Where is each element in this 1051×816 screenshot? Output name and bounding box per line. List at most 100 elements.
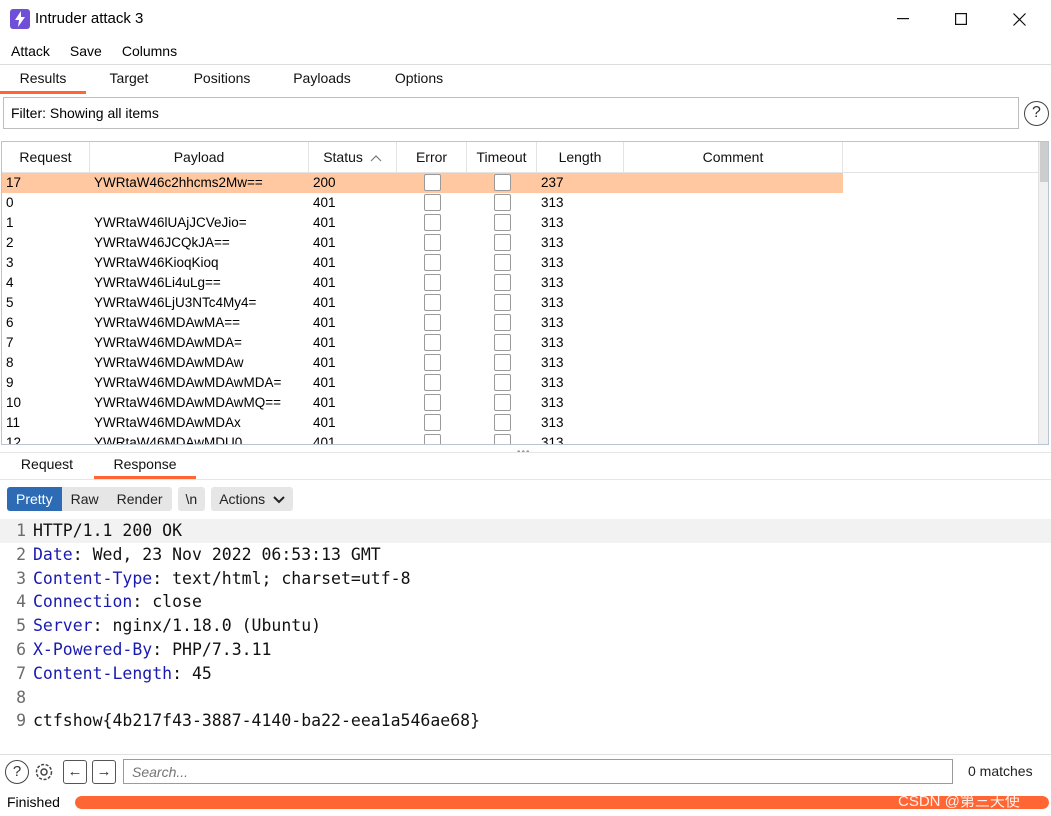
code-line: 4 Connection: close [0, 590, 1051, 614]
timeout-checkbox[interactable] [493, 174, 511, 191]
error-checkbox[interactable] [423, 274, 441, 291]
error-checkbox[interactable] [423, 234, 441, 251]
search-input[interactable] [123, 759, 953, 784]
cell-payload: YWRtaW46MDAwMA== [94, 315, 241, 330]
menu-save[interactable]: Save [60, 39, 112, 63]
render-button[interactable]: Render [108, 487, 172, 511]
table-row[interactable]: 4 YWRtaW46Li4uLg== 401 313 [2, 273, 1038, 293]
error-checkbox[interactable] [423, 214, 441, 231]
table-row[interactable]: 11 YWRtaW46MDAwMDAx 401 313 [2, 413, 1038, 433]
table-row[interactable]: 5 YWRtaW46LjU3NTc4My4= 401 313 [2, 293, 1038, 313]
table-row[interactable]: 17 YWRtaW46c2hhcms2Mw== 200 237 [2, 173, 1038, 193]
error-checkbox[interactable] [423, 334, 441, 351]
table-scrollbar[interactable] [1038, 142, 1048, 444]
actions-button[interactable]: Actions [211, 487, 294, 511]
cell-comment [624, 333, 843, 353]
match-count: 0 matches [968, 763, 1033, 779]
line-value: close [152, 592, 202, 612]
column-header-payload[interactable]: Payload [90, 142, 309, 172]
table-row[interactable]: 2 YWRtaW46JCQkJA== 401 313 [2, 233, 1038, 253]
minimize-button[interactable] [880, 4, 926, 34]
cell-length: 313 [541, 435, 564, 445]
timeout-checkbox[interactable] [493, 434, 511, 444]
error-checkbox[interactable] [423, 434, 441, 444]
timeout-checkbox[interactable] [493, 414, 511, 431]
table-scrollbar-thumb[interactable] [1040, 142, 1048, 182]
timeout-checkbox[interactable] [493, 314, 511, 331]
tab-request[interactable]: Request [0, 452, 94, 479]
timeout-checkbox[interactable] [493, 234, 511, 251]
timeout-checkbox[interactable] [493, 374, 511, 391]
cell-timeout [467, 233, 537, 253]
timeout-checkbox[interactable] [493, 274, 511, 291]
tab-results[interactable]: Results [0, 65, 86, 94]
column-header-timeout[interactable]: Timeout [467, 142, 537, 172]
error-checkbox[interactable] [423, 394, 441, 411]
raw-button[interactable]: Raw [62, 487, 108, 511]
tab-options[interactable]: Options [372, 65, 466, 94]
table-row[interactable]: 12 YWRtaW46MDAwMDU0 401 313 [2, 433, 1038, 445]
table-row[interactable]: 10 YWRtaW46MDAwMDAwMQ== 401 313 [2, 393, 1038, 413]
pretty-button[interactable]: Pretty [7, 487, 62, 511]
code-line: 6 X-Powered-By: PHP/7.3.11 [0, 638, 1051, 662]
error-checkbox[interactable] [423, 414, 441, 431]
cell-request: 7 [6, 335, 14, 350]
settings-gear-icon[interactable] [32, 760, 56, 784]
maximize-button[interactable] [938, 4, 984, 34]
table-body: 17 YWRtaW46c2hhcms2Mw== 200 237 0 401 313 1 YWRt… [2, 173, 1038, 445]
tab-payloads[interactable]: Payloads [272, 65, 372, 94]
timeout-checkbox[interactable] [493, 394, 511, 411]
cell-status: 401 [313, 375, 336, 390]
response-editor[interactable]: 1 HTTP/1.1 200 OK 2 Date: Wed, 23 Nov 2022 … [0, 519, 1051, 754]
forward-arrow-icon[interactable]: → [92, 760, 116, 784]
cell-error [397, 213, 467, 233]
help-icon[interactable]: ? [5, 760, 29, 784]
timeout-checkbox[interactable] [493, 254, 511, 271]
column-header-error[interactable]: Error [397, 142, 467, 172]
error-checkbox[interactable] [423, 354, 441, 371]
newline-toggle-button[interactable]: \n [177, 487, 206, 511]
column-header-status[interactable]: Status [309, 142, 397, 172]
error-checkbox[interactable] [423, 294, 441, 311]
table-row[interactable]: 1 YWRtaW46lUAjJCVeJio= 401 313 [2, 213, 1038, 233]
cell-payload: YWRtaW46lUAjJCVeJio= [94, 215, 247, 230]
line-value: nginx/1.18.0 (Ubuntu) [112, 616, 322, 636]
column-header-request[interactable]: Request [2, 142, 90, 172]
cell-request: 0 [6, 195, 14, 210]
back-arrow-icon[interactable]: ← [63, 760, 87, 784]
status-bar: Finished CSDN @第三天使 [0, 790, 1051, 816]
table-row[interactable]: 7 YWRtaW46MDAwMDA= 401 313 [2, 333, 1038, 353]
cell-request: 2 [6, 235, 14, 250]
cell-payload: YWRtaW46JCQkJA== [94, 235, 230, 250]
error-checkbox[interactable] [423, 314, 441, 331]
menu-attack[interactable]: Attack [0, 39, 60, 63]
timeout-checkbox[interactable] [493, 354, 511, 371]
timeout-checkbox[interactable] [493, 294, 511, 311]
tab-positions[interactable]: Positions [172, 65, 272, 94]
results-filter-bar[interactable]: Filter: Showing all items [3, 97, 1019, 129]
column-header-length[interactable]: Length [537, 142, 624, 172]
timeout-checkbox[interactable] [493, 194, 511, 211]
timeout-checkbox[interactable] [493, 334, 511, 351]
timeout-checkbox[interactable] [493, 214, 511, 231]
error-checkbox[interactable] [423, 194, 441, 211]
menu-columns[interactable]: Columns [112, 39, 187, 63]
table-row[interactable]: 3 YWRtaW46KioqKioq 401 313 [2, 253, 1038, 273]
error-checkbox[interactable] [423, 254, 441, 271]
table-row[interactable]: 8 YWRtaW46MDAwMDAw 401 313 [2, 353, 1038, 373]
table-row[interactable]: 0 401 313 [2, 193, 1038, 213]
table-row[interactable]: 6 YWRtaW46MDAwMA== 401 313 [2, 313, 1038, 333]
error-checkbox[interactable] [423, 174, 441, 191]
tab-target[interactable]: Target [86, 65, 172, 94]
close-button[interactable] [996, 4, 1042, 34]
error-checkbox[interactable] [423, 374, 441, 391]
cell-status: 401 [313, 335, 336, 350]
message-toolbar: Pretty Raw Render \n Actions [7, 487, 294, 511]
cell-error [397, 433, 467, 444]
table-row[interactable]: 9 YWRtaW46MDAwMDAwMDA= 401 313 [2, 373, 1038, 393]
cell-error [397, 333, 467, 353]
help-icon[interactable]: ? [1024, 101, 1049, 126]
column-header-comment[interactable]: Comment [624, 142, 843, 172]
tab-response[interactable]: Response [94, 452, 196, 479]
cell-request: 4 [6, 275, 14, 290]
